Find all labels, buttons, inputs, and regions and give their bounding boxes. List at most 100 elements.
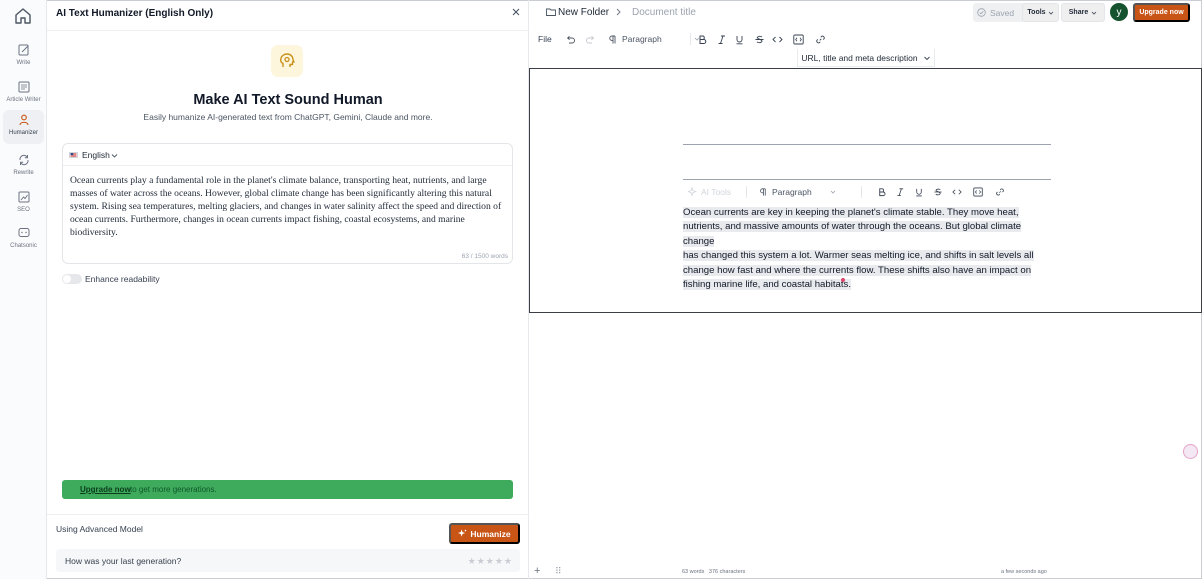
assistant-badge-icon[interactable] [1183, 444, 1198, 459]
drag-handle-icon[interactable]: ⠿ [555, 566, 562, 577]
seo-meta-label: URL, title and meta description [801, 52, 918, 63]
editor-topbar: New Folder Document title Saved Tools Sh… [529, 0, 1202, 26]
model-label: Using Advanced Model [56, 524, 143, 534]
document-stats: 63 words 376 characters [682, 569, 745, 575]
head-brain-icon [280, 53, 295, 67]
rail-item-rewrite[interactable]: Rewrite [3, 150, 44, 184]
humanize-button[interactable]: Humanize [449, 523, 520, 544]
chat-icon [18, 228, 29, 237]
title-rule [683, 179, 1051, 180]
language-selector[interactable]: English [63, 144, 512, 166]
language-label: English [82, 150, 110, 160]
upgrade-link[interactable]: Upgrade now [80, 485, 131, 494]
redo-icon [586, 35, 595, 43]
person-icon [18, 114, 29, 126]
strikethrough-icon [934, 188, 942, 196]
rail-item-chatsonic[interactable]: Chatsonic [3, 223, 44, 257]
folder-icon [546, 8, 556, 16]
star-icon[interactable]: ★ [504, 556, 512, 567]
breadcrumb-folder[interactable]: New Folder [558, 7, 609, 18]
tools-button[interactable]: Tools [1022, 3, 1059, 22]
toolbar-separator [746, 186, 747, 198]
paragraph-style-label: Paragraph [622, 34, 662, 44]
code-inline-button[interactable] [952, 186, 962, 198]
upgrade-banner: Upgrade now to get more generations. [62, 480, 513, 499]
close-icon[interactable] [510, 6, 522, 18]
link-button[interactable] [815, 33, 826, 45]
share-label: Share [1068, 9, 1089, 16]
text-line: Ocean currents are key in keeping the pl… [683, 207, 1019, 218]
underline-button[interactable] [914, 186, 924, 198]
selection-handle[interactable] [841, 278, 845, 282]
star-icon[interactable]: ★ [486, 556, 494, 567]
undo-button[interactable] [565, 33, 576, 45]
code-block-icon [973, 187, 983, 197]
rail-item-article-writer[interactable]: Article Writer [3, 77, 44, 111]
article-icon [18, 81, 29, 93]
seo-icon [18, 191, 29, 203]
edit-icon [18, 44, 28, 56]
strikethrough-button[interactable] [933, 186, 943, 198]
bold-button[interactable] [697, 33, 708, 45]
enhance-readability-toggle[interactable] [62, 274, 82, 284]
sparkle-icon [688, 187, 697, 197]
code-block-button[interactable] [973, 186, 983, 198]
star-icon[interactable]: ★ [495, 556, 503, 567]
document-title[interactable]: Document title [632, 7, 696, 18]
source-text-input[interactable]: Ocean currents play a fundamental role i… [70, 174, 510, 239]
rail-item-seo[interactable]: SEO [3, 187, 44, 221]
floating-toolbar: AI Tools Paragraph [683, 182, 1051, 202]
chevron-down-icon [923, 56, 930, 60]
bold-icon [699, 35, 707, 44]
code-inline-button[interactable] [772, 33, 783, 45]
code-icon [772, 36, 783, 42]
pilcrow-icon [760, 188, 766, 196]
star-icon[interactable]: ★ [477, 556, 485, 567]
enhance-readability-label: Enhance readability [85, 274, 160, 284]
document-canvas[interactable]: AI Tools Paragraph Ocean currents are ke… [529, 68, 1202, 313]
paragraph-style-select[interactable]: Paragraph [758, 186, 836, 198]
hero-subtitle: Easily humanize AI-generated text from C… [143, 112, 433, 122]
share-button[interactable]: Share [1061, 3, 1105, 22]
bold-button[interactable] [877, 186, 887, 198]
seo-meta-toggle[interactable]: URL, title and meta description [797, 49, 935, 67]
italic-button[interactable] [716, 33, 727, 45]
rail-item-label: Chatsonic [10, 243, 37, 249]
link-button[interactable] [995, 186, 1005, 198]
toolbar-separator [861, 186, 862, 198]
code-block-button[interactable] [793, 33, 804, 45]
underline-icon [916, 188, 922, 197]
strikethrough-button[interactable] [754, 33, 765, 45]
check-circle-icon [977, 8, 986, 17]
upgrade-banner-text: to get more generations. [130, 485, 217, 494]
upgrade-button[interactable]: Upgrade now [1133, 3, 1190, 22]
editor-toolbar: File Paragraph [529, 29, 1202, 49]
text-line: change how fast and where the currents f… [683, 264, 1032, 276]
italic-button[interactable] [895, 186, 905, 198]
divider [47, 30, 529, 31]
user-avatar[interactable]: y [1110, 3, 1128, 21]
toolbar-separator [690, 33, 691, 45]
title-rule [683, 144, 1051, 145]
redo-button[interactable] [585, 33, 596, 45]
strikethrough-icon [755, 35, 764, 43]
rail-item-humanizer[interactable]: Humanizer [3, 110, 44, 144]
humanized-text[interactable]: Ocean currents are key in keeping the pl… [683, 206, 1055, 292]
humanizer-panel: AI Text Humanizer (English Only) Make AI… [47, 0, 529, 579]
text-line: nutrients, and massive amounts of water … [683, 221, 1022, 247]
underline-button[interactable] [734, 33, 745, 45]
ai-tools-button[interactable]: AI Tools [688, 186, 731, 198]
paragraph-style-select[interactable]: Paragraph [607, 33, 700, 45]
chevron-down-icon [1091, 11, 1097, 15]
saved-label: Saved [990, 8, 1015, 18]
add-block-icon[interactable]: + [534, 565, 540, 577]
pilcrow-icon [609, 35, 616, 43]
rail-item-write[interactable]: Write [3, 40, 44, 74]
rewrite-icon [18, 154, 29, 166]
star-icon[interactable]: ★ [468, 556, 476, 567]
file-menu[interactable]: File [538, 33, 552, 45]
tools-label: Tools [1027, 9, 1046, 16]
rail-item-label: Humanizer [8, 130, 38, 136]
chevron-down-icon [830, 190, 835, 194]
home-icon[interactable] [13, 6, 33, 26]
